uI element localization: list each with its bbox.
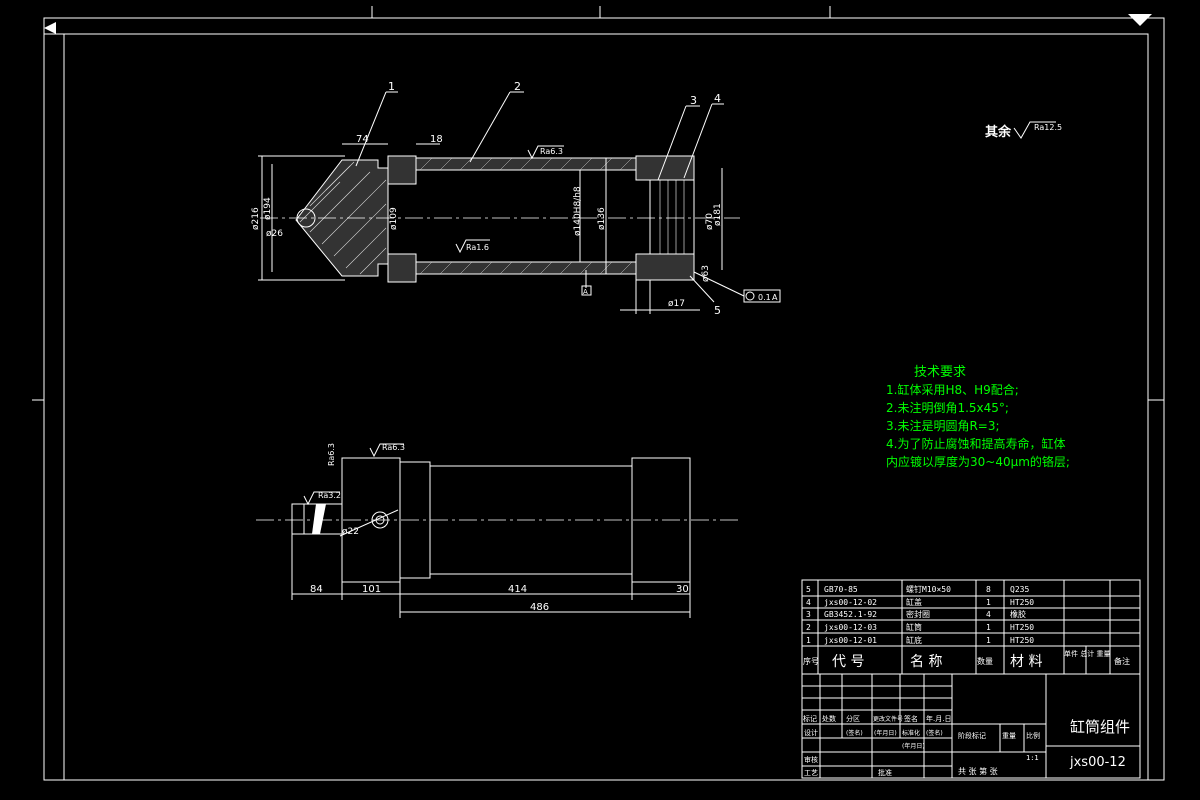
dim-d17: ø17 bbox=[668, 299, 685, 309]
bom-header-code: 代 号 bbox=[832, 654, 864, 670]
tb-label-zone: 分区 bbox=[846, 714, 860, 723]
technical-requirements: 技术要求 1.缸体采用H8、H9配合; 2.未注明倒角1.5x45°; 3.未注… bbox=[886, 365, 1070, 469]
balloon-4: 4 bbox=[714, 92, 721, 105]
tb-drawing-code: jxs00-12 bbox=[1069, 755, 1126, 770]
dim-414: 414 bbox=[508, 584, 527, 595]
bom-row-5-name: 螺钉M10×50 bbox=[906, 584, 951, 594]
ra-3: Ra6.3 bbox=[382, 443, 405, 452]
surface-roughness-note: 其余 Ra12.5 bbox=[985, 121, 1062, 140]
tb-label-change: 更改文件号 bbox=[873, 715, 903, 723]
datum-letter: A bbox=[583, 288, 588, 296]
bom-row-2-code: jxs00-12-03 bbox=[824, 623, 877, 632]
bom-row-3-material: 橡胶 bbox=[1010, 609, 1026, 619]
tb-label-design-sign: (签名) bbox=[846, 729, 863, 737]
tb-label-standard: 标准化 bbox=[902, 729, 920, 737]
bom-header-qty: 数量 bbox=[977, 656, 993, 666]
surface-note-ra: Ra12.5 bbox=[1034, 123, 1062, 132]
tb-label-standard-date: (年月日) bbox=[902, 742, 925, 750]
tb-scale: 1:1 bbox=[1026, 754, 1039, 762]
tech-note-5: 内应镀以厚度为30~40μm的铬层; bbox=[886, 454, 1070, 469]
dim-84: 84 bbox=[310, 584, 323, 595]
bom-row-2-name: 缸筒 bbox=[906, 622, 922, 632]
bom-header-remark: 备注 bbox=[1114, 656, 1130, 666]
bom-row-3-name: 密封圈 bbox=[906, 609, 930, 619]
tech-note-3: 3.未注是明圆角R=3; bbox=[886, 418, 1000, 433]
bom-row-4-code: jxs00-12-02 bbox=[824, 598, 877, 607]
dim-d22: ø22 bbox=[342, 527, 359, 537]
outer-view: ø22 bbox=[256, 457, 742, 583]
tech-note-1: 1.缸体采用H8、H9配合; bbox=[886, 382, 1019, 397]
dim-d216: ø216 bbox=[251, 207, 261, 230]
bom-row-1-material: HT250 bbox=[1010, 636, 1034, 645]
bom-row-5-no: 5 bbox=[806, 585, 811, 594]
title-block: 标记 处数 分区 更改文件号 签名 年.月.日 设计 (签名) (年月日) 标准… bbox=[801, 673, 1141, 779]
bom-row-2-no: 2 bbox=[806, 623, 811, 632]
dim-18: 18 bbox=[430, 134, 443, 145]
bom-row-2-material: HT250 bbox=[1010, 623, 1034, 632]
bom-row-3-no: 3 bbox=[806, 610, 811, 619]
dim-d136: ø136 bbox=[597, 207, 607, 230]
dim-d140: ø140H8/h8 bbox=[573, 186, 583, 236]
tb-label-design-date: (年月日) bbox=[874, 729, 897, 737]
tech-note-4: 4.为了防止腐蚀和提高寿命，缸体 bbox=[886, 436, 1065, 451]
balloon-2: 2 bbox=[514, 80, 521, 93]
dim-486: 486 bbox=[530, 602, 549, 613]
tb-drawing-name: 缸筒组件 bbox=[1070, 718, 1130, 736]
ra-4: Ra6.3 bbox=[327, 443, 336, 466]
tech-title: 技术要求 bbox=[914, 365, 966, 380]
dim-101: 101 bbox=[362, 584, 381, 595]
tb-label-date: 年.月.日 bbox=[926, 714, 951, 723]
surface-note-label: 其余 bbox=[985, 124, 1012, 140]
bom-row-4-no: 4 bbox=[806, 598, 811, 607]
bom-row-4-name: 缸盖 bbox=[906, 597, 922, 607]
bom-row-4-qty: 1 bbox=[986, 598, 991, 607]
balloon-5: 5 bbox=[714, 304, 721, 317]
ra-5: Ra3.2 bbox=[318, 491, 341, 500]
tb-weight: 重量 bbox=[1002, 732, 1016, 740]
datum-tolerance: 0.1 bbox=[758, 293, 771, 302]
bom-row-5-material: Q235 bbox=[1010, 585, 1029, 594]
bom-row-1-qty: 1 bbox=[986, 636, 991, 645]
bom-row-3-qty: 4 bbox=[986, 610, 991, 619]
tb-label-design: 设计 bbox=[804, 728, 818, 737]
dim-d194: ø194 bbox=[263, 197, 273, 220]
dim-30: 30 bbox=[676, 584, 689, 595]
tb-label-approve: 批准 bbox=[878, 768, 892, 777]
drawing-canvas: 其余 Ra12.5 74 18 ø216 ø194 ø26 ø109 ø140H… bbox=[32, 6, 1165, 781]
bom-header-no: 序号 bbox=[803, 656, 819, 666]
outer-dimensions: 84 101 414 486 30 bbox=[291, 534, 691, 618]
tb-scale-label: 比例 bbox=[1026, 731, 1040, 740]
dim-d109: ø109 bbox=[389, 207, 399, 230]
bom-row-1-name: 缸底 bbox=[906, 635, 922, 645]
bom-row-5-qty: 8 bbox=[986, 585, 991, 594]
bom-row-1-no: 1 bbox=[806, 636, 811, 645]
tb-label-process: 工艺 bbox=[804, 769, 818, 777]
bom-row-3-code: GB3452.1-92 bbox=[824, 610, 877, 619]
datum-ref: A bbox=[772, 293, 778, 302]
ra-2: Ra1.6 bbox=[466, 243, 489, 252]
bom-row-1-code: jxs00-12-01 bbox=[824, 636, 877, 645]
balloon-3: 3 bbox=[690, 94, 697, 107]
tb-label-mark: 标记 bbox=[803, 714, 817, 723]
bom-row-5-code: GB70-85 bbox=[824, 585, 858, 594]
tb-label-count: 处数 bbox=[822, 714, 836, 723]
tech-note-2: 2.未注明倒角1.5x45°; bbox=[886, 400, 1009, 415]
bill-of-materials: 5 GB70-85 螺钉M10×50 8 Q235 4 jxs00-12-02 … bbox=[801, 579, 1141, 675]
ra-1: Ra6.3 bbox=[540, 147, 563, 156]
bom-row-4-material: HT250 bbox=[1010, 598, 1034, 607]
dim-d26: ø26 bbox=[266, 229, 283, 239]
bom-header-name: 名 称 bbox=[910, 654, 942, 670]
tb-label-sign: 签名 bbox=[904, 714, 918, 723]
bom-header-weight: 单件 总计 重量 bbox=[1064, 649, 1110, 658]
tb-label-standard-sign: (签名) bbox=[926, 729, 943, 737]
tb-sheets: 共 张 第 张 bbox=[958, 766, 998, 776]
dim-d181: ø181 bbox=[713, 203, 723, 226]
tb-stage: 阶段标记 bbox=[958, 731, 986, 740]
tb-label-review: 审核 bbox=[804, 755, 818, 764]
bom-row-2-qty: 1 bbox=[986, 623, 991, 632]
balloon-1: 1 bbox=[388, 80, 395, 93]
bom-header-material: 材 料 bbox=[1010, 654, 1042, 670]
section-view bbox=[260, 155, 740, 283]
